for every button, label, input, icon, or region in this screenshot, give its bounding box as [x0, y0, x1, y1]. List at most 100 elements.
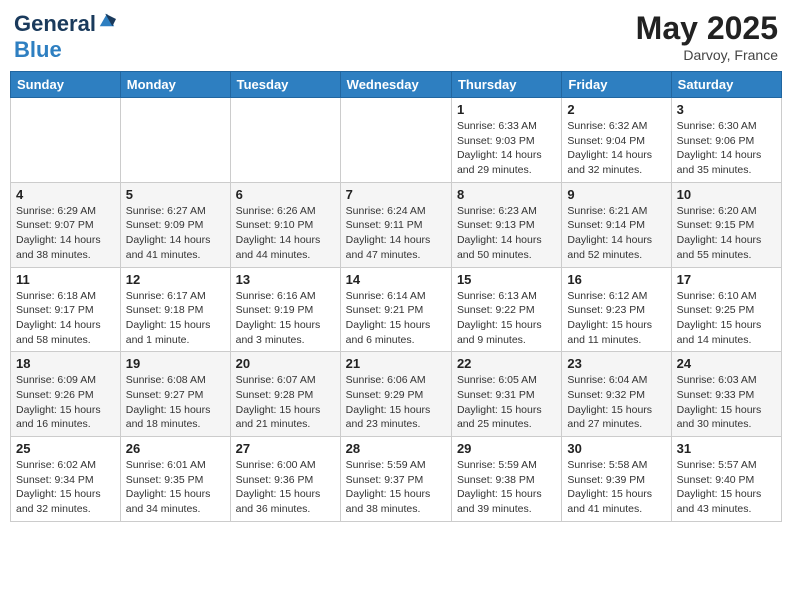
day-info: Sunrise: 5:59 AM Sunset: 9:37 PM Dayligh… — [346, 458, 446, 517]
day-number: 6 — [236, 187, 335, 202]
day-info: Sunrise: 6:27 AM Sunset: 9:09 PM Dayligh… — [126, 204, 225, 263]
calendar-cell — [11, 98, 121, 183]
calendar-cell: 27 Sunrise: 6:00 AM Sunset: 9:36 PM Dayli… — [230, 437, 340, 522]
logo: General Blue — [14, 10, 116, 62]
day-info: Sunrise: 6:17 AM Sunset: 9:18 PM Dayligh… — [126, 289, 225, 348]
day-info: Sunrise: 6:00 AM Sunset: 9:36 PM Dayligh… — [236, 458, 335, 517]
calendar-cell: 3 Sunrise: 6:30 AM Sunset: 9:06 PM Daylig… — [671, 98, 781, 183]
day-number: 1 — [457, 102, 556, 117]
calendar-cell: 21 Sunrise: 6:06 AM Sunset: 9:29 PM Dayli… — [340, 352, 451, 437]
day-info: Sunrise: 6:10 AM Sunset: 9:25 PM Dayligh… — [677, 289, 776, 348]
day-number: 29 — [457, 441, 556, 456]
logo-icon — [98, 10, 116, 28]
day-number: 26 — [126, 441, 225, 456]
calendar-cell: 24 Sunrise: 6:03 AM Sunset: 9:33 PM Dayli… — [671, 352, 781, 437]
calendar-week-3: 11 Sunrise: 6:18 AM Sunset: 9:17 PM Dayli… — [11, 267, 782, 352]
col-header-friday: Friday — [562, 72, 671, 98]
day-number: 27 — [236, 441, 335, 456]
calendar-cell: 5Sunrise: 6:27 AM Sunset: 9:09 PM Daylig… — [120, 182, 230, 267]
day-number: 16 — [567, 272, 665, 287]
calendar-cell: 6 Sunrise: 6:26 AM Sunset: 9:10 PM Daylig… — [230, 182, 340, 267]
day-info: Sunrise: 6:07 AM Sunset: 9:28 PM Dayligh… — [236, 373, 335, 432]
calendar-cell: 9Sunrise: 6:21 AM Sunset: 9:14 PM Daylig… — [562, 182, 671, 267]
calendar-cell: 2 Sunrise: 6:32 AM Sunset: 9:04 PM Daylig… — [562, 98, 671, 183]
day-number: 22 — [457, 356, 556, 371]
calendar-cell: 20 Sunrise: 6:07 AM Sunset: 9:28 PM Dayli… — [230, 352, 340, 437]
calendar-table: SundayMondayTuesdayWednesdayThursdayFrid… — [10, 71, 782, 522]
day-info: Sunrise: 6:18 AM Sunset: 9:17 PM Dayligh… — [16, 289, 115, 348]
day-info: Sunrise: 6:26 AM Sunset: 9:10 PM Dayligh… — [236, 204, 335, 263]
day-number: 21 — [346, 356, 446, 371]
day-info: Sunrise: 6:16 AM Sunset: 9:19 PM Dayligh… — [236, 289, 335, 348]
day-number: 24 — [677, 356, 776, 371]
day-info: Sunrise: 6:14 AM Sunset: 9:21 PM Dayligh… — [346, 289, 446, 348]
main-title: May 2025 — [636, 10, 778, 47]
day-info: Sunrise: 6:12 AM Sunset: 9:23 PM Dayligh… — [567, 289, 665, 348]
day-number: 12 — [126, 272, 225, 287]
subtitle: Darvoy, France — [636, 47, 778, 63]
calendar-cell: 4Sunrise: 6:29 AM Sunset: 9:07 PM Daylig… — [11, 182, 121, 267]
day-number: 9 — [567, 187, 665, 202]
col-header-tuesday: Tuesday — [230, 72, 340, 98]
calendar-week-2: 4Sunrise: 6:29 AM Sunset: 9:07 PM Daylig… — [11, 182, 782, 267]
day-info: Sunrise: 5:57 AM Sunset: 9:40 PM Dayligh… — [677, 458, 776, 517]
title-block: May 2025 Darvoy, France — [636, 10, 778, 63]
calendar-cell: 17 Sunrise: 6:10 AM Sunset: 9:25 PM Dayli… — [671, 267, 781, 352]
day-number: 18 — [16, 356, 115, 371]
calendar-cell: 16 Sunrise: 6:12 AM Sunset: 9:23 PM Dayli… — [562, 267, 671, 352]
col-header-sunday: Sunday — [11, 72, 121, 98]
day-number: 19 — [126, 356, 225, 371]
calendar-cell: 7 Sunrise: 6:24 AM Sunset: 9:11 PM Daylig… — [340, 182, 451, 267]
day-info: Sunrise: 6:06 AM Sunset: 9:29 PM Dayligh… — [346, 373, 446, 432]
day-info: Sunrise: 6:05 AM Sunset: 9:31 PM Dayligh… — [457, 373, 556, 432]
day-info: Sunrise: 6:24 AM Sunset: 9:11 PM Dayligh… — [346, 204, 446, 263]
day-number: 23 — [567, 356, 665, 371]
day-number: 11 — [16, 272, 115, 287]
calendar-cell: 31 Sunrise: 5:57 AM Sunset: 9:40 PM Dayli… — [671, 437, 781, 522]
day-info: Sunrise: 6:20 AM Sunset: 9:15 PM Dayligh… — [677, 204, 776, 263]
day-info: Sunrise: 6:23 AM Sunset: 9:13 PM Dayligh… — [457, 204, 556, 263]
calendar-cell: 1 Sunrise: 6:33 AM Sunset: 9:03 PM Daylig… — [451, 98, 561, 183]
calendar-cell: 28 Sunrise: 5:59 AM Sunset: 9:37 PM Dayli… — [340, 437, 451, 522]
calendar-cell — [230, 98, 340, 183]
logo-blue: Blue — [14, 38, 116, 62]
day-number: 10 — [677, 187, 776, 202]
calendar-cell: 19 Sunrise: 6:08 AM Sunset: 9:27 PM Dayli… — [120, 352, 230, 437]
calendar-header-row: SundayMondayTuesdayWednesdayThursdayFrid… — [11, 72, 782, 98]
col-header-saturday: Saturday — [671, 72, 781, 98]
calendar-cell: 8Sunrise: 6:23 AM Sunset: 9:13 PM Daylig… — [451, 182, 561, 267]
day-number: 13 — [236, 272, 335, 287]
calendar-cell: 26 Sunrise: 6:01 AM Sunset: 9:35 PM Dayli… — [120, 437, 230, 522]
day-info: Sunrise: 5:58 AM Sunset: 9:39 PM Dayligh… — [567, 458, 665, 517]
calendar-cell: 13 Sunrise: 6:16 AM Sunset: 9:19 PM Dayli… — [230, 267, 340, 352]
day-number: 2 — [567, 102, 665, 117]
day-number: 25 — [16, 441, 115, 456]
calendar-cell: 10 Sunrise: 6:20 AM Sunset: 9:15 PM Dayli… — [671, 182, 781, 267]
col-header-monday: Monday — [120, 72, 230, 98]
calendar-week-5: 25 Sunrise: 6:02 AM Sunset: 9:34 PM Dayli… — [11, 437, 782, 522]
day-number: 20 — [236, 356, 335, 371]
calendar-cell: 23Sunrise: 6:04 AM Sunset: 9:32 PM Dayli… — [562, 352, 671, 437]
day-info: Sunrise: 5:59 AM Sunset: 9:38 PM Dayligh… — [457, 458, 556, 517]
day-info: Sunrise: 6:33 AM Sunset: 9:03 PM Dayligh… — [457, 119, 556, 178]
day-number: 30 — [567, 441, 665, 456]
day-number: 28 — [346, 441, 446, 456]
calendar-cell: 18 Sunrise: 6:09 AM Sunset: 9:26 PM Dayli… — [11, 352, 121, 437]
calendar-cell: 22 Sunrise: 6:05 AM Sunset: 9:31 PM Dayli… — [451, 352, 561, 437]
col-header-wednesday: Wednesday — [340, 72, 451, 98]
day-info: Sunrise: 6:09 AM Sunset: 9:26 PM Dayligh… — [16, 373, 115, 432]
day-number: 31 — [677, 441, 776, 456]
day-number: 7 — [346, 187, 446, 202]
day-number: 17 — [677, 272, 776, 287]
day-info: Sunrise: 6:01 AM Sunset: 9:35 PM Dayligh… — [126, 458, 225, 517]
day-info: Sunrise: 6:32 AM Sunset: 9:04 PM Dayligh… — [567, 119, 665, 178]
day-info: Sunrise: 6:02 AM Sunset: 9:34 PM Dayligh… — [16, 458, 115, 517]
day-info: Sunrise: 6:13 AM Sunset: 9:22 PM Dayligh… — [457, 289, 556, 348]
day-info: Sunrise: 6:08 AM Sunset: 9:27 PM Dayligh… — [126, 373, 225, 432]
calendar-cell: 12 Sunrise: 6:17 AM Sunset: 9:18 PM Dayli… — [120, 267, 230, 352]
logo-text: General — [14, 12, 96, 36]
day-info: Sunrise: 6:03 AM Sunset: 9:33 PM Dayligh… — [677, 373, 776, 432]
calendar-cell: 25 Sunrise: 6:02 AM Sunset: 9:34 PM Dayli… — [11, 437, 121, 522]
day-number: 3 — [677, 102, 776, 117]
day-info: Sunrise: 6:30 AM Sunset: 9:06 PM Dayligh… — [677, 119, 776, 178]
